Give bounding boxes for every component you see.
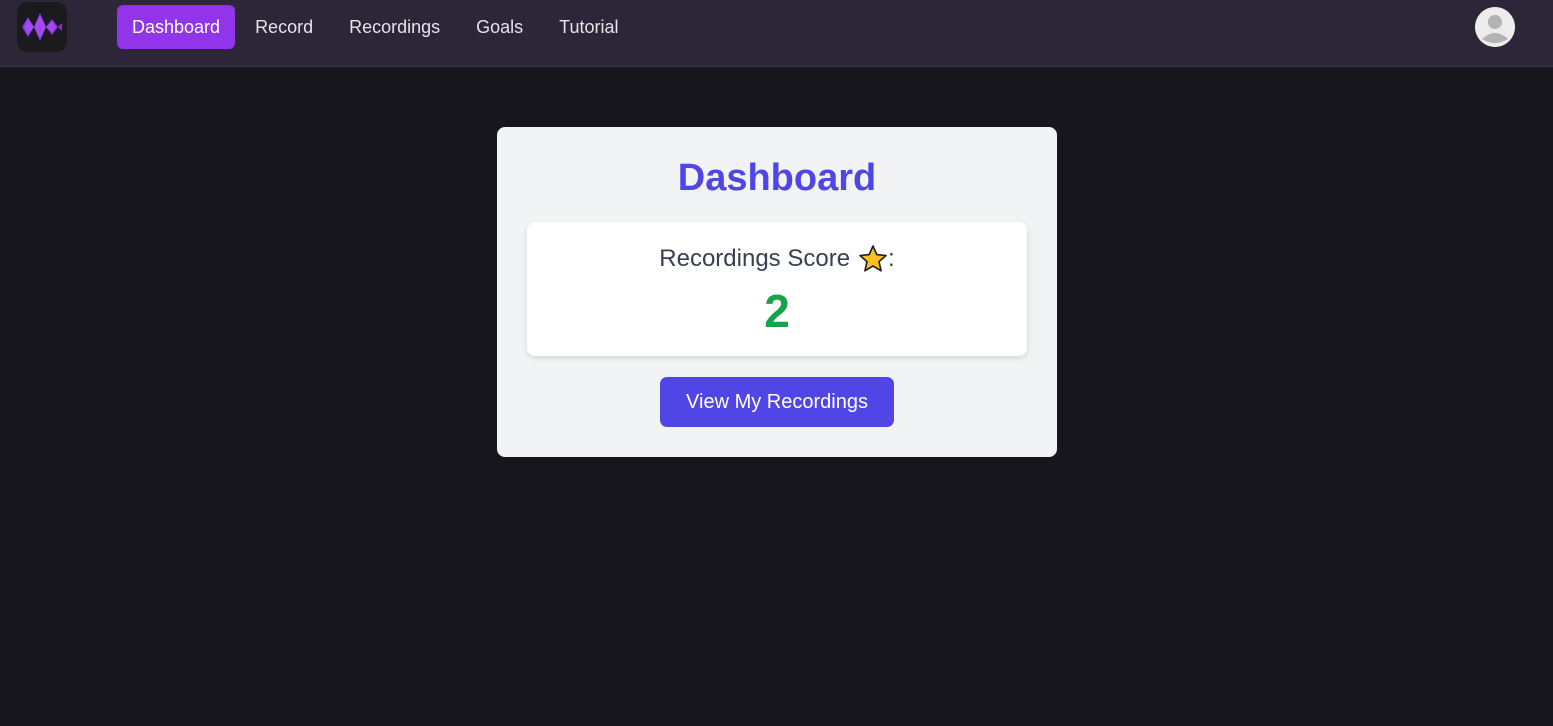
user-avatar-icon[interactable] [1475, 7, 1515, 47]
nav-item-goals[interactable]: Goals [462, 5, 537, 49]
nav-item-recordings[interactable]: Recordings [335, 5, 454, 49]
waveform-logo-icon[interactable] [17, 2, 67, 52]
main-nav: Dashboard Record Recordings Goals Tutori… [117, 5, 641, 49]
score-label: Recordings Score [659, 245, 851, 272]
nav-item-tutorial[interactable]: Tutorial [545, 5, 632, 49]
score-label-row: Recordings Score : [527, 244, 1027, 274]
score-value: 2 [764, 285, 790, 337]
page-title: Dashboard [677, 157, 877, 199]
top-navbar: Dashboard Record Recordings Goals Tutori… [0, 0, 1553, 67]
recordings-score-panel: Recordings Score : 2 [527, 222, 1027, 356]
dashboard-card: Dashboard Recordings Score : 2 View My R… [497, 127, 1057, 457]
view-my-recordings-button[interactable]: View My Recordings [660, 377, 894, 427]
nav-item-record[interactable]: Record [241, 5, 327, 49]
star-icon [858, 244, 888, 274]
score-label-suffix: : [888, 245, 895, 272]
nav-item-dashboard[interactable]: Dashboard [117, 5, 236, 49]
